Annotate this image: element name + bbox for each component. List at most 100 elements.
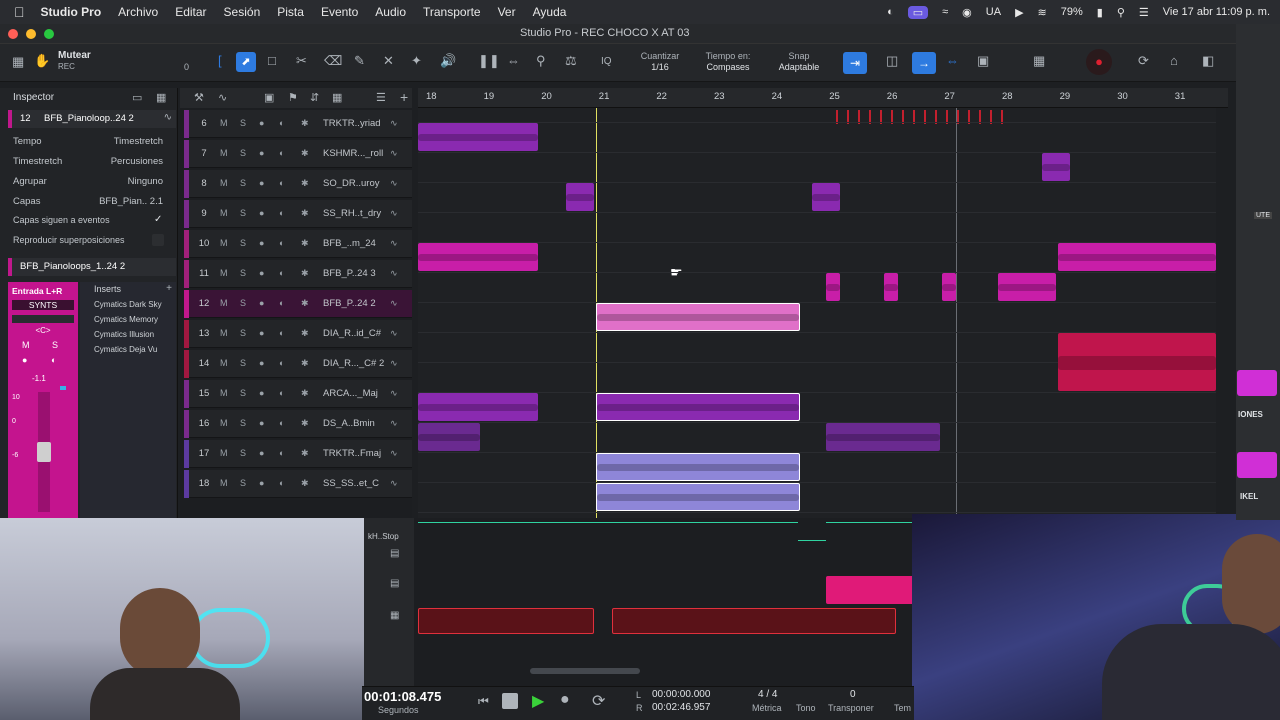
hand-icon[interactable]: ✋ xyxy=(34,53,50,69)
lang-label[interactable]: UA xyxy=(986,6,1001,18)
track-monitor-icon[interactable]: ◐ xyxy=(279,148,284,158)
paint-tool-icon[interactable]: ✎ xyxy=(354,53,365,69)
listen-tool-icon[interactable]: 🔊 xyxy=(440,53,456,69)
track-mute-button[interactable]: M xyxy=(220,478,228,488)
audio-event[interactable] xyxy=(1058,333,1216,391)
audio-event[interactable] xyxy=(812,183,840,211)
track-row[interactable]: 14 M S ● ◐ ✱ DIA_R..._C# 2 ∿ xyxy=(184,350,412,378)
track-name[interactable]: BFB_..m_24 xyxy=(323,238,376,249)
automation-line-2[interactable] xyxy=(798,540,826,541)
track-instrument-icon[interactable]: ✱ xyxy=(301,328,309,339)
menu-ayuda[interactable]: Ayuda xyxy=(533,5,567,19)
track-mute-button[interactable]: M xyxy=(220,208,228,218)
track-row[interactable]: 16 M S ● ◐ ✱ DS_A..Bmin ∿ xyxy=(184,410,412,438)
track-mute-button[interactable]: M xyxy=(220,328,228,338)
track-mute-button[interactable]: M xyxy=(220,268,228,278)
menu-transporte[interactable]: Transporte xyxy=(423,5,481,19)
layout-icon[interactable]: ▦ xyxy=(332,91,342,104)
wrench-icon[interactable]: ⚒ xyxy=(194,91,204,104)
menu-app[interactable]: Studio Pro xyxy=(41,5,102,19)
insert-slot-3[interactable]: Cymatics Illusion xyxy=(94,330,154,339)
track-row[interactable]: 10 M S ● ◐ ✱ BFB_..m_24 ∿ xyxy=(184,230,412,258)
track-instrument-icon[interactable]: ✱ xyxy=(301,208,309,219)
bluetooth-icon[interactable]: ◉ xyxy=(962,6,972,19)
snap-grid-icon[interactable]: ⇥ xyxy=(843,52,867,74)
track-record-icon[interactable]: ● xyxy=(259,118,264,128)
track-record-icon[interactable]: ● xyxy=(259,328,264,338)
track-mute-button[interactable]: M xyxy=(220,388,228,398)
inspector-track-header[interactable]: 12 BFB_Pianoloop..24 2 ∿ xyxy=(8,110,176,128)
track-name[interactable]: ARCA..._Maj xyxy=(323,388,378,399)
insert-slot-4[interactable]: Cymatics Deja Vu xyxy=(94,345,157,354)
track-monitor-icon[interactable]: ◐ xyxy=(279,478,284,488)
minimize-window-icon[interactable] xyxy=(26,29,36,39)
track-instrument-icon[interactable]: ✱ xyxy=(301,388,309,399)
audio-event[interactable] xyxy=(1042,153,1070,181)
track-instrument-icon[interactable]: ✱ xyxy=(301,178,309,189)
track-monitor-icon[interactable]: ◐ xyxy=(279,298,284,308)
battery-label[interactable]: 79% xyxy=(1061,6,1083,18)
record-icon[interactable]: ● xyxy=(560,691,570,709)
audio-event[interactable] xyxy=(884,273,898,301)
maximize-window-icon[interactable] xyxy=(44,29,54,39)
snap-selector[interactable]: Snap Adaptable xyxy=(768,51,830,73)
track-name[interactable]: DIA_R..id_C# xyxy=(323,328,381,339)
track-solo-button[interactable]: S xyxy=(240,478,246,488)
menu-archivo[interactable]: Archivo xyxy=(118,5,158,19)
audio-event[interactable] xyxy=(596,483,800,511)
track-mute-button[interactable]: M xyxy=(220,448,228,458)
track-solo-button[interactable]: S xyxy=(240,268,246,278)
track-record-icon[interactable]: ● xyxy=(259,448,264,458)
track-mute-button[interactable]: M xyxy=(220,148,228,158)
sync-icon[interactable]: ⟳ xyxy=(1138,53,1149,69)
track-record-icon[interactable]: ● xyxy=(259,148,264,158)
audio-event[interactable] xyxy=(418,243,538,271)
solo-button[interactable]: S xyxy=(52,340,58,350)
audio-event[interactable] xyxy=(418,123,538,151)
track-record-icon[interactable]: ● xyxy=(259,418,264,428)
track-solo-button[interactable]: S xyxy=(240,418,246,428)
add-track-icon[interactable]: + xyxy=(400,89,408,105)
tempo-label[interactable]: Tem xyxy=(894,703,911,713)
split-tool-icon[interactable]: ✂ xyxy=(296,53,307,69)
menu-ver[interactable]: Ver xyxy=(498,5,516,19)
loop-end[interactable]: 00:02:46.957 xyxy=(652,702,710,713)
track-instrument-icon[interactable]: ✱ xyxy=(301,268,309,279)
search-tool-icon[interactable]: ⚲ xyxy=(536,53,546,69)
grid-view-icon[interactable]: ▦ xyxy=(1033,53,1045,69)
audio-event[interactable] xyxy=(998,273,1056,301)
track-solo-button[interactable]: S xyxy=(240,148,246,158)
track-mute-button[interactable]: M xyxy=(220,358,228,368)
fit-icon[interactable]: ▣ xyxy=(264,91,274,104)
track-row[interactable]: 6 M S ● ◐ ✱ TRKTR..yriad ∿ xyxy=(184,110,412,138)
transpose-value[interactable]: 0 xyxy=(850,689,856,700)
track-mute-button[interactable]: M xyxy=(220,418,228,428)
track-row[interactable]: 7 M S ● ◐ ✱ KSHMR..._roll ∿ xyxy=(184,140,412,168)
piano-icon-2[interactable]: ▤ xyxy=(390,578,399,589)
track-solo-button[interactable]: S xyxy=(240,328,246,338)
track-name[interactable]: DIA_R..._C# 2 xyxy=(323,358,384,369)
battery-icon[interactable]: ▮ xyxy=(1097,6,1103,19)
record-arm-icon[interactable]: ● xyxy=(22,355,27,365)
track-solo-button[interactable]: S xyxy=(240,208,246,218)
track-record-icon[interactable]: ● xyxy=(259,178,264,188)
timestretch-select[interactable]: Percusiones xyxy=(111,156,163,167)
menu-pista[interactable]: Pista xyxy=(277,5,304,19)
fader-knob[interactable] xyxy=(37,442,51,462)
bracket-icon[interactable]: [ xyxy=(218,53,222,68)
track-instrument-icon[interactable]: ✱ xyxy=(301,478,309,489)
play-status-icon[interactable]: ▶ xyxy=(1015,6,1023,19)
track-monitor-icon[interactable]: ◐ xyxy=(279,238,284,248)
overlap-checkbox[interactable] xyxy=(152,234,164,246)
timeline-ruler[interactable]: 18 19 20 21 22 23 24 25 26 27 28 29 30 31 xyxy=(418,88,1228,108)
status-icon[interactable]: ◐ xyxy=(887,6,894,18)
datetime-label[interactable]: Vie 17 abr 11:09 p. m. xyxy=(1163,6,1270,18)
track-row[interactable]: 11 M S ● ◐ ✱ BFB_P..24 3 ∿ xyxy=(184,260,412,288)
track-name[interactable]: TRKTR..yriad xyxy=(323,118,381,129)
audio-event[interactable] xyxy=(596,453,800,481)
iq-label[interactable]: IQ xyxy=(601,56,612,67)
inserts-add-icon[interactable]: + xyxy=(166,283,172,294)
audio-event[interactable] xyxy=(566,183,594,211)
track-solo-button[interactable]: S xyxy=(240,118,246,128)
range-tool-icon[interactable]: □ xyxy=(268,53,276,68)
